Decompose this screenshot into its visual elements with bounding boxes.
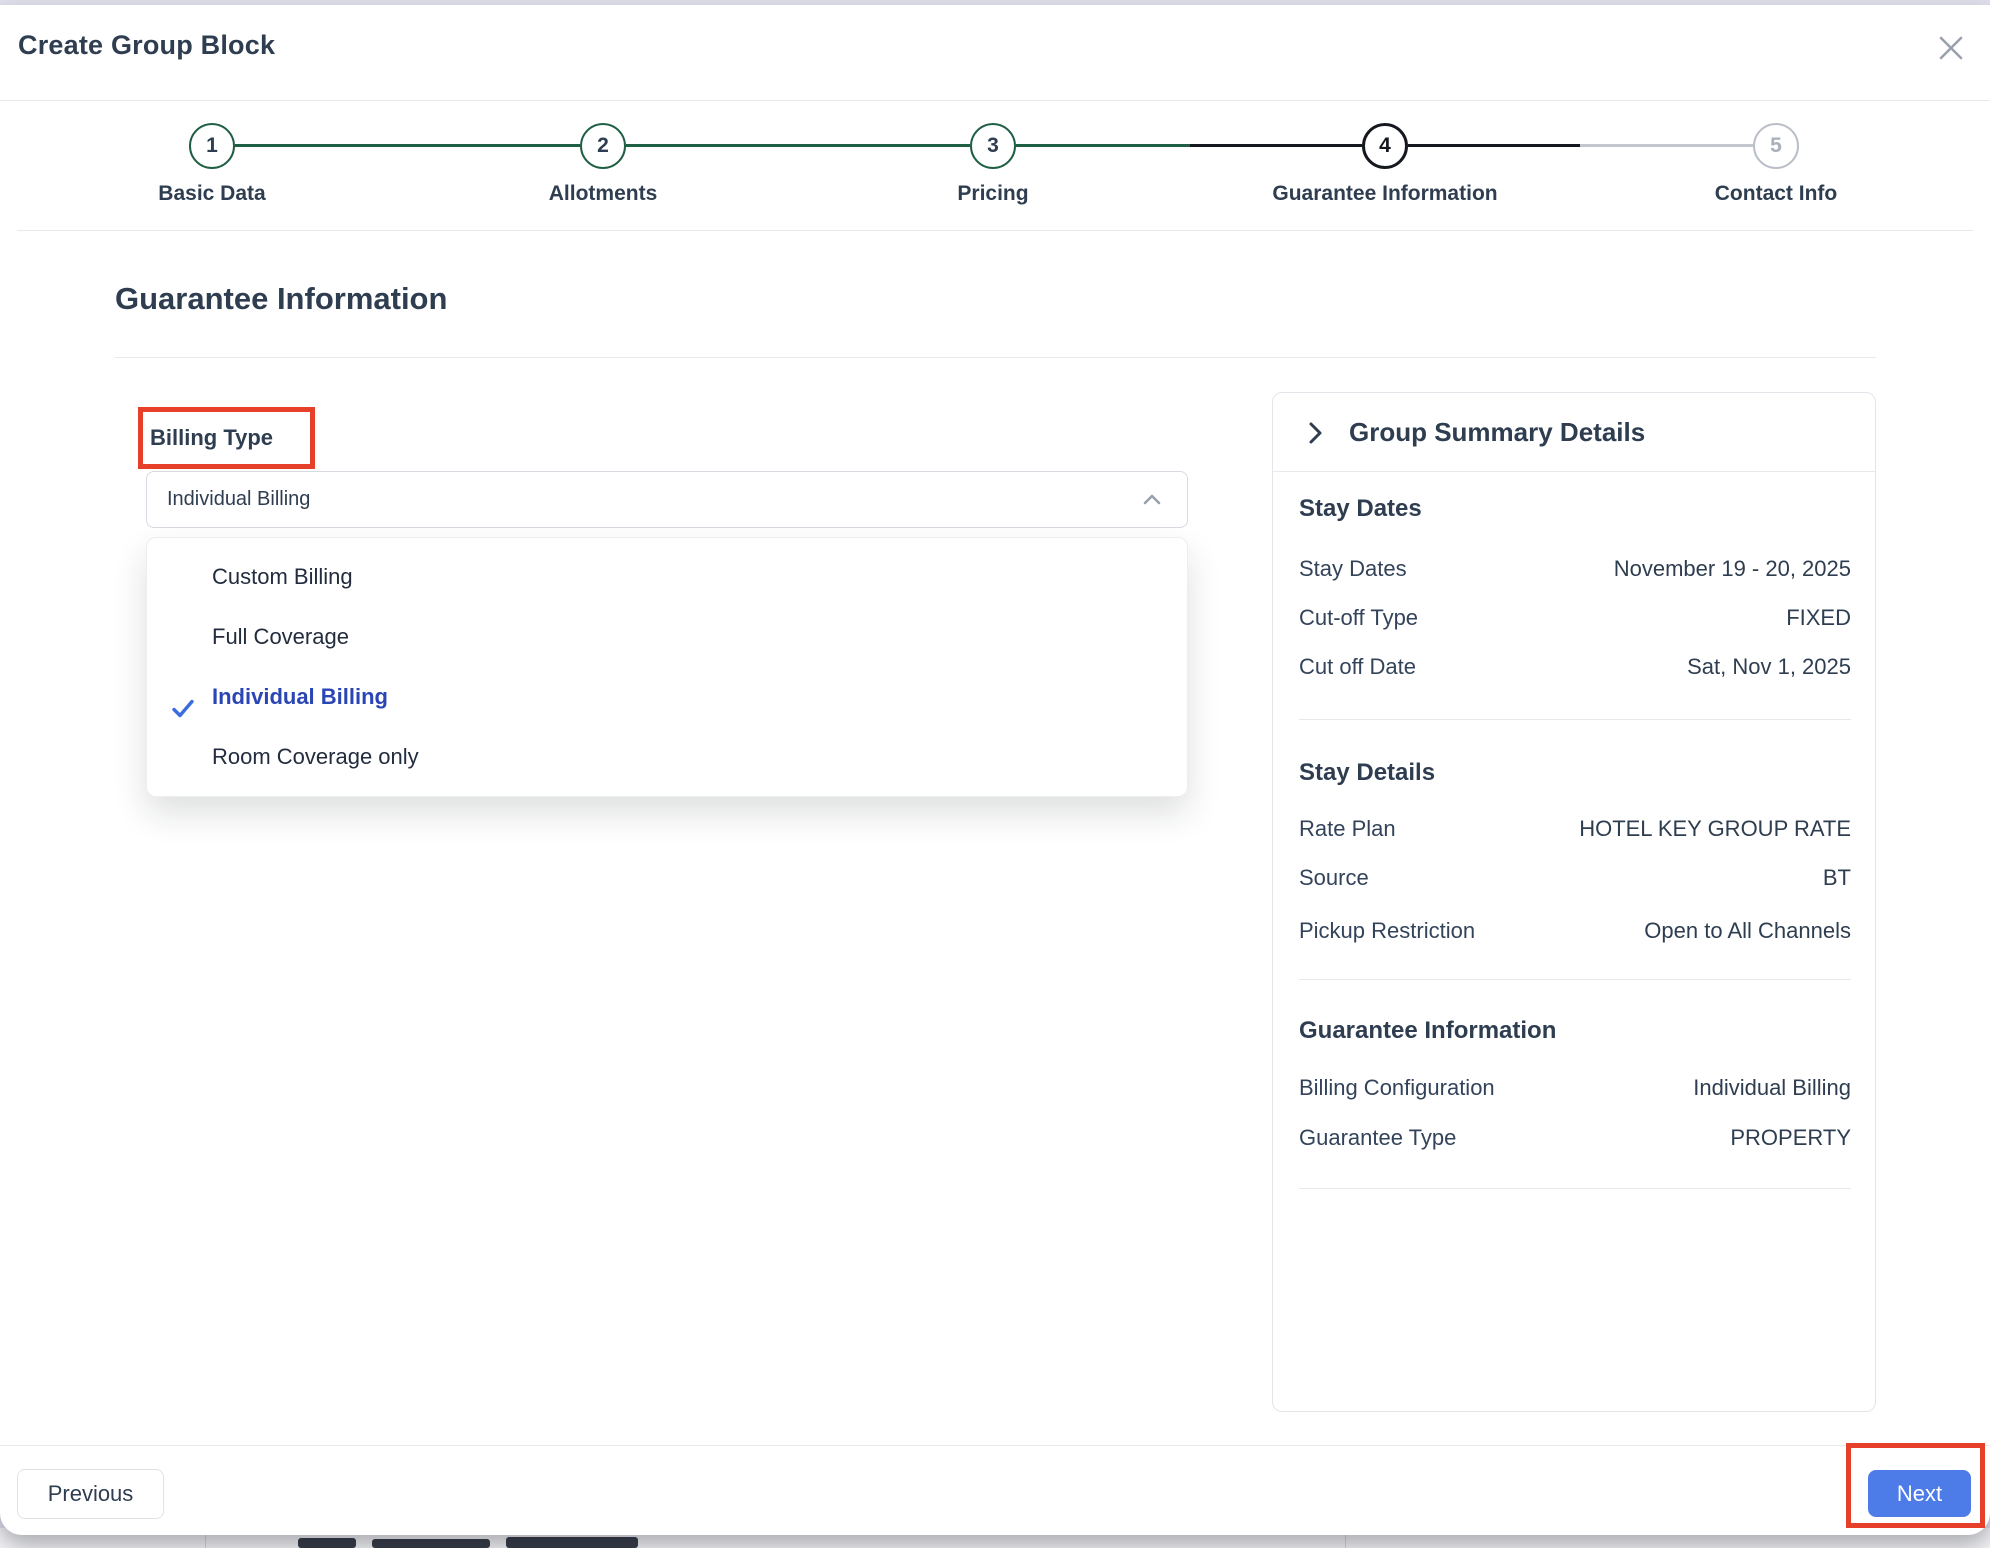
stepper-connector bbox=[235, 144, 580, 147]
row-label: Pickup Restriction bbox=[1299, 915, 1475, 947]
group-summary-details-panel: Group Summary Details Stay Dates Stay Da… bbox=[1272, 392, 1876, 1412]
menu-item-individual-billing[interactable]: Individual Billing bbox=[147, 667, 1187, 727]
step-circle-guarantee-information[interactable]: 4 bbox=[1362, 123, 1408, 169]
summary-section-heading: Guarantee Information bbox=[1299, 1017, 1556, 1045]
step-label-pricing: Pricing bbox=[957, 182, 1028, 206]
stepper-connector bbox=[1408, 144, 1580, 147]
summary-row: Cut-off Type FIXED bbox=[1299, 602, 1851, 634]
row-value: FIXED bbox=[1786, 602, 1851, 634]
row-label: Stay Dates bbox=[1299, 553, 1407, 585]
close-icon bbox=[1933, 30, 1969, 69]
menu-item-label: Room Coverage only bbox=[212, 744, 419, 769]
billing-type-select[interactable]: Individual Billing bbox=[146, 471, 1188, 528]
modal-title: Create Group Block bbox=[18, 30, 275, 61]
step-number: 3 bbox=[987, 134, 999, 158]
create-group-block-screen: Create Group Block 1 2 3 4 5 Basic Data … bbox=[0, 0, 1990, 1548]
row-label: Billing Configuration bbox=[1299, 1072, 1495, 1104]
billing-type-selected-value: Individual Billing bbox=[167, 472, 310, 527]
row-value: Sat, Nov 1, 2025 bbox=[1687, 651, 1851, 683]
row-value: BT bbox=[1823, 862, 1851, 894]
chevron-up-icon bbox=[1139, 487, 1165, 518]
step-circle-pricing[interactable]: 3 bbox=[970, 123, 1016, 169]
header-divider bbox=[0, 100, 1990, 101]
summary-row: Source BT bbox=[1299, 862, 1851, 894]
summary-row: Rate Plan HOTEL KEY GROUP RATE bbox=[1299, 813, 1851, 845]
stepper-connector bbox=[1580, 144, 1753, 147]
billing-type-dropdown-menu: Custom Billing Full Coverage Individual … bbox=[146, 537, 1188, 797]
summary-row: Billing Configuration Individual Billing bbox=[1299, 1072, 1851, 1104]
step-label-basic-data: Basic Data bbox=[158, 182, 265, 206]
previous-button[interactable]: Previous bbox=[17, 1469, 164, 1519]
summary-section-divider bbox=[1299, 719, 1851, 720]
step-number: 4 bbox=[1379, 134, 1391, 158]
row-label: Guarantee Type bbox=[1299, 1122, 1456, 1154]
summary-section-heading: Stay Details bbox=[1299, 759, 1435, 787]
stepper-connector bbox=[626, 144, 970, 147]
summary-section-heading: Stay Dates bbox=[1299, 495, 1422, 523]
row-value: PROPERTY bbox=[1730, 1122, 1851, 1154]
step-circle-allotments[interactable]: 2 bbox=[580, 123, 626, 169]
step-label-allotments: Allotments bbox=[549, 182, 658, 206]
stepper-connector bbox=[1190, 144, 1362, 147]
collapse-chevron-right-icon[interactable] bbox=[1301, 419, 1329, 452]
row-value: Open to All Channels bbox=[1644, 915, 1851, 947]
row-value: November 19 - 20, 2025 bbox=[1614, 553, 1851, 585]
panel-title: Group Summary Details bbox=[1349, 417, 1645, 448]
step-number: 5 bbox=[1770, 134, 1782, 158]
summary-row: Pickup Restriction Open to All Channels bbox=[1299, 915, 1851, 947]
step-number: 1 bbox=[206, 134, 218, 158]
summary-row: Cut off Date Sat, Nov 1, 2025 bbox=[1299, 651, 1851, 683]
stepper-divider bbox=[17, 230, 1973, 231]
close-button[interactable] bbox=[1926, 24, 1976, 74]
menu-item-custom-billing[interactable]: Custom Billing bbox=[147, 547, 1187, 607]
row-value: HOTEL KEY GROUP RATE bbox=[1579, 813, 1851, 845]
row-label: Source bbox=[1299, 862, 1369, 894]
footer-divider bbox=[0, 1445, 1990, 1446]
step-label-guarantee-information: Guarantee Information bbox=[1272, 182, 1497, 206]
row-label: Rate Plan bbox=[1299, 813, 1396, 845]
menu-item-full-coverage[interactable]: Full Coverage bbox=[147, 607, 1187, 667]
next-button[interactable]: Next bbox=[1868, 1470, 1971, 1517]
page-title: Guarantee Information bbox=[115, 281, 447, 317]
stepper-connector bbox=[1016, 144, 1190, 147]
step-number: 2 bbox=[597, 134, 609, 158]
menu-item-label: Full Coverage bbox=[212, 624, 349, 649]
menu-item-label: Individual Billing bbox=[212, 684, 388, 709]
step-circle-contact-info[interactable]: 5 bbox=[1753, 123, 1799, 169]
summary-row: Guarantee Type PROPERTY bbox=[1299, 1122, 1851, 1154]
step-circle-basic-data[interactable]: 1 bbox=[189, 123, 235, 169]
menu-item-label: Custom Billing bbox=[212, 564, 353, 589]
panel-header-divider bbox=[1273, 471, 1875, 472]
summary-section-divider bbox=[1299, 1188, 1851, 1189]
summary-section-divider bbox=[1299, 979, 1851, 980]
row-label: Cut-off Type bbox=[1299, 602, 1418, 634]
billing-type-label: Billing Type bbox=[150, 407, 315, 469]
menu-item-room-coverage-only[interactable]: Room Coverage only bbox=[147, 727, 1187, 787]
row-value: Individual Billing bbox=[1693, 1072, 1851, 1104]
row-label: Cut off Date bbox=[1299, 651, 1416, 683]
section-divider bbox=[115, 357, 1876, 358]
step-label-contact-info: Contact Info bbox=[1715, 182, 1837, 206]
summary-row: Stay Dates November 19 - 20, 2025 bbox=[1299, 553, 1851, 585]
